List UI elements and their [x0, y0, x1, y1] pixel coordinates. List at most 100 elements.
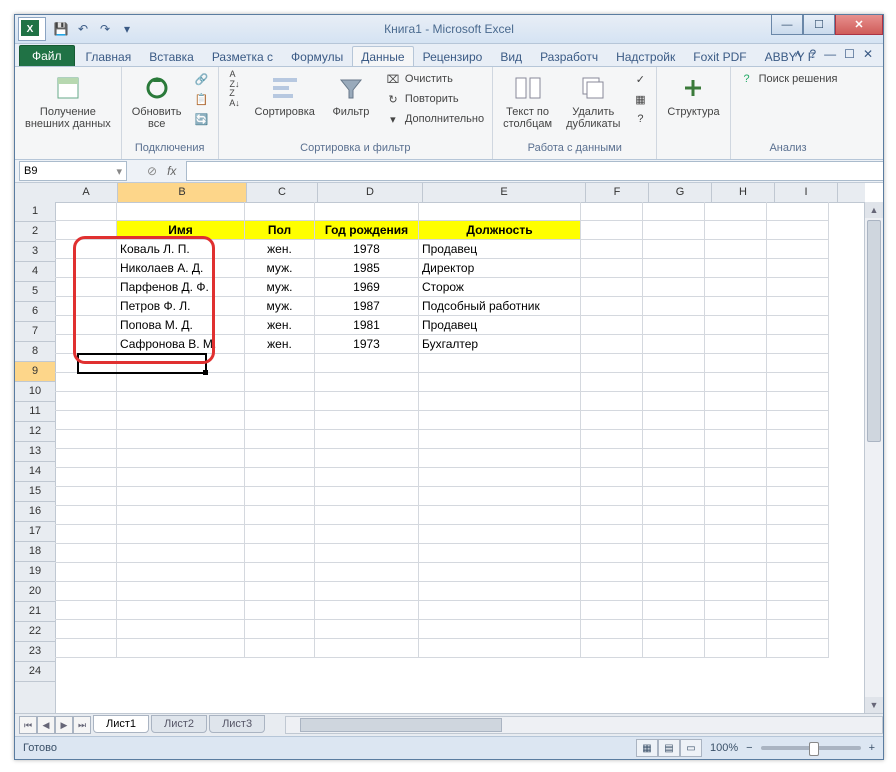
cell[interactable] — [55, 316, 117, 335]
cell[interactable] — [419, 411, 581, 430]
cell[interactable] — [581, 335, 643, 354]
ribbon-tab[interactable]: Данные — [352, 46, 413, 66]
cell[interactable] — [117, 544, 245, 563]
cell[interactable] — [767, 278, 829, 297]
cell[interactable] — [117, 468, 245, 487]
cell[interactable] — [767, 335, 829, 354]
cell[interactable] — [419, 639, 581, 658]
row-header[interactable]: 9 — [15, 362, 55, 382]
cell[interactable] — [55, 468, 117, 487]
sheet-tab[interactable]: Лист1 — [93, 715, 149, 733]
cell[interactable] — [315, 373, 419, 392]
cell[interactable] — [419, 544, 581, 563]
row-header[interactable]: 5 — [15, 282, 55, 302]
cell[interactable] — [643, 506, 705, 525]
view-pagebreak-button[interactable]: ▭ — [680, 739, 702, 757]
row-header[interactable]: 3 — [15, 242, 55, 262]
cell[interactable] — [581, 544, 643, 563]
column-headers[interactable]: ABCDEFGHI — [55, 183, 865, 203]
cell[interactable] — [117, 620, 245, 639]
cell[interactable] — [767, 354, 829, 373]
cell[interactable] — [419, 620, 581, 639]
ribbon-tab[interactable]: Разметка с — [203, 46, 282, 66]
cell[interactable]: Пол — [245, 221, 315, 240]
cell[interactable] — [581, 620, 643, 639]
cell[interactable] — [117, 392, 245, 411]
cell[interactable]: 1987 — [315, 297, 419, 316]
cell[interactable] — [419, 392, 581, 411]
row-header[interactable]: 4 — [15, 262, 55, 282]
cell[interactable] — [767, 392, 829, 411]
cell[interactable] — [581, 202, 643, 221]
cell[interactable] — [767, 468, 829, 487]
row-header[interactable]: 21 — [15, 602, 55, 622]
cell[interactable] — [581, 411, 643, 430]
cell[interactable] — [705, 392, 767, 411]
cell[interactable] — [705, 373, 767, 392]
cell[interactable]: Продавец — [419, 316, 581, 335]
cell[interactable] — [705, 221, 767, 240]
cell[interactable]: жен. — [245, 335, 315, 354]
connections-small-button[interactable]: 🔗 — [192, 70, 212, 88]
cell[interactable]: 1969 — [315, 278, 419, 297]
cell[interactable]: Попова М. Д. — [117, 316, 245, 335]
cell[interactable] — [55, 392, 117, 411]
cell[interactable] — [705, 297, 767, 316]
cell[interactable] — [643, 468, 705, 487]
filter-button[interactable]: Фильтр — [325, 70, 377, 120]
cell[interactable] — [117, 487, 245, 506]
zoom-slider[interactable] — [761, 746, 861, 750]
row-header[interactable]: 17 — [15, 522, 55, 542]
cell[interactable] — [767, 202, 829, 221]
column-header[interactable]: C — [247, 183, 318, 202]
column-header[interactable]: F — [586, 183, 649, 202]
column-header[interactable]: B — [118, 183, 247, 202]
cell[interactable] — [419, 582, 581, 601]
cell[interactable] — [581, 487, 643, 506]
cell[interactable] — [581, 525, 643, 544]
cell[interactable] — [315, 487, 419, 506]
cell[interactable] — [705, 487, 767, 506]
cell[interactable] — [117, 449, 245, 468]
cell[interactable] — [767, 316, 829, 335]
cell[interactable]: Николаев А. Д. — [117, 259, 245, 278]
cell[interactable]: Сторож — [419, 278, 581, 297]
cell[interactable] — [705, 335, 767, 354]
cell[interactable] — [643, 240, 705, 259]
cell[interactable] — [117, 373, 245, 392]
cell[interactable] — [117, 639, 245, 658]
column-header[interactable]: H — [712, 183, 775, 202]
cell[interactable] — [55, 449, 117, 468]
cell[interactable] — [581, 392, 643, 411]
cell[interactable] — [705, 411, 767, 430]
sheet-tab[interactable]: Лист3 — [209, 715, 265, 733]
sheet-nav-first[interactable]: ⏮ — [19, 716, 37, 734]
solver-button[interactable]: ?Поиск решения — [737, 70, 840, 88]
maximize-button[interactable]: ☐ — [803, 15, 835, 35]
cell[interactable] — [55, 202, 117, 221]
redo-icon[interactable]: ↷ — [96, 20, 114, 38]
cell[interactable] — [705, 601, 767, 620]
cell[interactable] — [245, 582, 315, 601]
external-data-button[interactable]: Получение внешних данных — [21, 70, 115, 132]
cell[interactable] — [315, 601, 419, 620]
cell[interactable] — [767, 544, 829, 563]
cell[interactable] — [643, 221, 705, 240]
cell[interactable] — [245, 506, 315, 525]
cell[interactable]: Парфенов Д. Ф. — [117, 278, 245, 297]
cell[interactable] — [315, 563, 419, 582]
cell[interactable] — [643, 449, 705, 468]
ribbon-tab[interactable]: Рецензиро — [414, 46, 492, 66]
row-header[interactable]: 24 — [15, 662, 55, 682]
fx-icon[interactable]: fx — [167, 164, 176, 178]
row-header[interactable]: 23 — [15, 642, 55, 662]
row-header[interactable]: 8 — [15, 342, 55, 362]
cell[interactable] — [643, 601, 705, 620]
cell[interactable] — [581, 278, 643, 297]
reapply-filter-button[interactable]: ↻Повторить — [383, 90, 486, 108]
cell[interactable] — [767, 373, 829, 392]
cell[interactable] — [643, 202, 705, 221]
cell[interactable] — [55, 563, 117, 582]
cell[interactable] — [55, 297, 117, 316]
cell[interactable] — [581, 354, 643, 373]
